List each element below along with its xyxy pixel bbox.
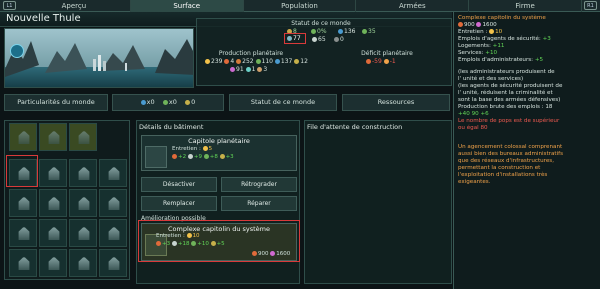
building-slot-7[interactable] (69, 189, 97, 217)
unemployed-value: 0 (334, 36, 344, 43)
info-desc-line-6: Production brute des emplois : 18 (458, 104, 553, 110)
building-slot-13[interactable] (9, 249, 37, 277)
info-flavor-line-3: que des réseaux d'infrastructures, (458, 158, 554, 164)
info-desc-line-7: +40 90 +6 (458, 111, 489, 117)
tab-apercu[interactable]: Aperçu (18, 0, 131, 12)
info-desc-line-4: l' unité, réduisent la criminalité et (458, 90, 553, 96)
production-row-2: 91 1 3 (230, 66, 267, 73)
free-housing-value: 35 (362, 28, 376, 35)
resources-button[interactable]: Ressources (342, 94, 450, 111)
capitol-building-icon (145, 146, 167, 168)
info-warning-line-1: Le nombre de pops est de supérieur (458, 118, 560, 124)
info-security-jobs: Emplois d'agents de sécurité: +3 (458, 36, 551, 42)
construction-queue-title: File d'attente de construction (307, 123, 403, 131)
building-slot-15[interactable] (69, 249, 97, 277)
downgrade-button[interactable]: Rétrograder (221, 177, 297, 192)
modifier-icon-3 (185, 99, 191, 105)
building-slot-9[interactable] (9, 219, 37, 247)
info-services: Services: +10 (458, 50, 498, 56)
district-slot-3[interactable] (69, 123, 97, 151)
l1-key-hint[interactable]: L1 (3, 1, 16, 10)
info-desc-line-2: l' unité et des services) (458, 76, 524, 82)
district-slot-2[interactable] (39, 123, 67, 151)
modifiers-button[interactable]: x0 x0 0 (112, 94, 224, 111)
building-slot-16[interactable] (99, 249, 127, 277)
modifier-icon-2 (162, 99, 168, 105)
info-cost: 900 1600 (458, 22, 596, 29)
upgrade-highlight-box (138, 220, 300, 262)
building-slot-14[interactable] (39, 249, 67, 277)
repair-button[interactable]: Réparer (221, 196, 297, 211)
info-title: Complexe capitolin du système (458, 15, 546, 21)
world-features-button[interactable]: Particularités du monde (4, 94, 108, 111)
info-desc-line-5: sont la base des armées défensives) (458, 97, 561, 103)
r1-key-hint[interactable]: R1 (584, 1, 597, 10)
info-flavor-line-4: permettant la construction et (458, 165, 541, 171)
building-slot-5[interactable] (9, 189, 37, 217)
building-slot-11[interactable] (69, 219, 97, 247)
info-flavor-line-5: l'exploitation d'installations très (458, 172, 548, 178)
planet-type-icon[interactable] (10, 44, 24, 58)
info-flavor-line-1: Un agencement colossal comprenant (458, 144, 563, 150)
building-details-title: Détails du bâtiment (139, 123, 204, 131)
planet-name: Nouvelle Thule (6, 13, 81, 24)
info-desc-line-1: (les administrateurs produisent de (458, 69, 555, 75)
replace-button[interactable]: Remplacer (141, 196, 217, 211)
building-slot-12[interactable] (99, 219, 127, 247)
info-admin-jobs: Emplois d'administrateurs: +5 (458, 57, 544, 63)
pops-count[interactable]: 77 (287, 35, 301, 42)
world-status-button[interactable]: Statut de ce monde (229, 94, 337, 111)
info-flavor-line-6: exigeantes. (458, 179, 491, 185)
building-slot-4[interactable] (99, 159, 127, 187)
info-flavor-line-2: aussi bien des bureaux administratifs (458, 151, 564, 157)
building-grid (4, 120, 130, 280)
modifier-icon-1 (140, 99, 146, 105)
info-housing: Logements: +11 (458, 43, 505, 49)
tab-armees[interactable]: Armées (356, 0, 470, 12)
current-effects: +2 +9 +8 +3 (172, 154, 234, 160)
planet-image (4, 28, 194, 88)
info-upkeep: Entretien : 10 (458, 29, 503, 35)
crime-value: 0% (311, 28, 327, 35)
tooltip-info-panel: Complexe capitolin du système 900 1600 E… (453, 12, 600, 289)
tab-firme[interactable]: Firme (469, 0, 582, 12)
construction-queue-panel: File d'attente de construction (304, 120, 452, 284)
production-row-1: 239 4 252 110 137 12 (205, 58, 308, 65)
info-warning-line-2: ou égal 80 (458, 125, 488, 131)
deficit-values: -59 -1 (366, 58, 396, 65)
housing-value: 65 (312, 36, 326, 43)
building-slot-2[interactable] (39, 159, 67, 187)
deficit-label: Déficit planétaire (361, 50, 413, 57)
building-slot-8[interactable] (99, 189, 127, 217)
amenities-value: 136 (338, 28, 355, 35)
selected-slot-highlight (6, 155, 38, 187)
current-building-card: Capitole planétaire Entretien : 5 +2 +9 … (141, 135, 297, 171)
tab-population[interactable]: Population (244, 0, 357, 12)
building-slot-6[interactable] (39, 189, 67, 217)
production-label: Production planétaire (218, 50, 284, 57)
deactivate-button[interactable]: Désactiver (141, 177, 217, 192)
building-slot-3[interactable] (69, 159, 97, 187)
current-building-name: Capitole planétaire (188, 137, 250, 145)
district-slot-1[interactable] (9, 123, 37, 151)
tab-surface[interactable]: Surface (130, 0, 244, 12)
top-tab-bar: L1 Aperçu Surface Population Armées Firm… (0, 0, 600, 12)
info-desc-line-3: (les agents de sécurité produisent de (458, 83, 563, 89)
planet-landscape-image (5, 29, 193, 87)
world-status-label: Statut de ce monde (291, 20, 351, 27)
current-upkeep: Entretien : 5 (172, 146, 213, 152)
building-slot-10[interactable] (39, 219, 67, 247)
